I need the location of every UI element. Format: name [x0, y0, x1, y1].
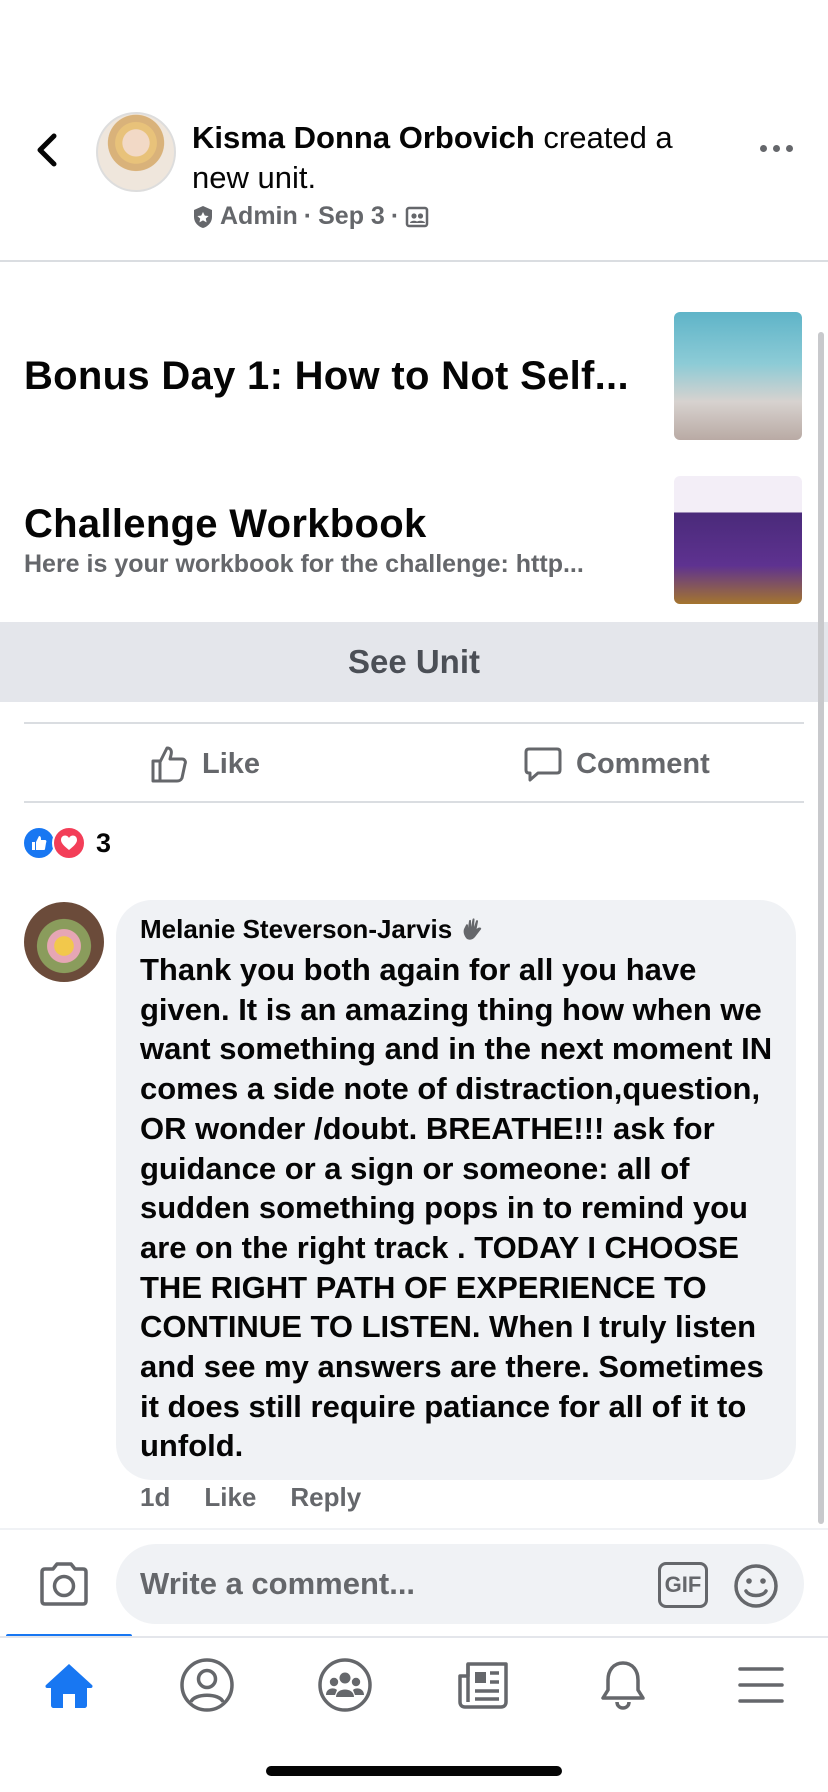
more-options-button[interactable]: [760, 136, 800, 160]
love-reaction-icon: [52, 826, 86, 860]
tab-bar: [0, 1636, 828, 1732]
unit-title-1[interactable]: Bonus Day 1: How to Not Self...: [24, 354, 629, 399]
dot-icon: [760, 144, 767, 152]
commenter-avatar[interactable]: [24, 902, 104, 982]
chevron-left-icon: [37, 133, 57, 167]
comment-reply-button[interactable]: Reply: [290, 1482, 361, 1513]
comment-age[interactable]: 1d: [140, 1482, 170, 1513]
unit-title-2[interactable]: Challenge Workbook: [24, 502, 427, 547]
smiley-icon: [734, 1564, 778, 1608]
gif-button[interactable]: GIF: [658, 1562, 708, 1608]
meta-separator: ·: [390, 202, 400, 230]
waving-hand-icon: [463, 917, 482, 940]
camera-button[interactable]: [38, 1560, 90, 1608]
unit-subtitle-2: Here is your workbook for the challenge:…: [24, 550, 584, 578]
thumbs-up-icon: [151, 746, 187, 783]
comment-text: Thank you both again for all you have gi…: [140, 952, 773, 1464]
commenter-name[interactable]: Melanie Steverson-Jarvis: [140, 914, 452, 945]
like-reaction-icon: [22, 826, 56, 860]
comment-bubble-icon: [524, 747, 562, 782]
tab-profile[interactable]: [172, 1650, 242, 1720]
emoji-button[interactable]: [732, 1562, 780, 1610]
tab-menu[interactable]: [726, 1650, 796, 1720]
divider: [24, 722, 804, 724]
unit-thumbnail-1[interactable]: [674, 312, 802, 440]
commenter-name-row: Melanie Steverson-Jarvis: [140, 914, 486, 945]
like-label: Like: [202, 747, 261, 780]
groups-icon: [318, 1658, 372, 1712]
comment-button[interactable]: Comment: [524, 740, 710, 788]
back-button[interactable]: [28, 128, 68, 172]
see-unit-button[interactable]: See Unit: [0, 622, 828, 702]
divider: [24, 801, 804, 803]
like-button[interactable]: Like: [150, 740, 260, 788]
unit-thumbnail-2[interactable]: [674, 476, 802, 604]
home-indicator[interactable]: [266, 1766, 562, 1776]
home-icon: [45, 1664, 93, 1708]
admin-badge-icon: [194, 205, 212, 228]
post-header: Kisma Donna Orbovich created a new unit.…: [0, 0, 828, 262]
tab-news[interactable]: [448, 1650, 518, 1720]
comment-label: Comment: [576, 747, 710, 780]
dot-icon: [786, 144, 793, 152]
post-meta: Admin · Sep 3 ·: [192, 202, 429, 231]
dot-icon: [773, 144, 780, 152]
author-avatar[interactable]: [96, 112, 176, 192]
scrollbar[interactable]: [818, 332, 824, 1524]
reactions-summary[interactable]: 3: [22, 826, 111, 860]
comment-like-button[interactable]: Like: [204, 1482, 256, 1513]
comment-composer: GIF: [0, 1528, 828, 1636]
reaction-count: 3: [96, 827, 112, 858]
news-icon: [458, 1662, 508, 1709]
profile-icon: [180, 1658, 234, 1712]
post-header-text: Kisma Donna Orbovich created a new unit.: [192, 118, 732, 198]
post-date[interactable]: Sep 3: [318, 202, 385, 231]
notifications-icon: [601, 1661, 645, 1710]
camera-icon: [40, 1562, 88, 1606]
admin-label: Admin: [220, 202, 298, 230]
tab-notifications[interactable]: [588, 1650, 658, 1720]
author-name[interactable]: Kisma Donna Orbovich: [192, 120, 535, 155]
tab-home[interactable]: [34, 1650, 104, 1720]
comment-actions: 1d Like Reply: [140, 1482, 361, 1513]
meta-separator: ·: [303, 202, 313, 230]
group-privacy-icon: [405, 206, 429, 227]
tab-groups[interactable]: [310, 1650, 380, 1720]
menu-icon: [738, 1667, 784, 1703]
